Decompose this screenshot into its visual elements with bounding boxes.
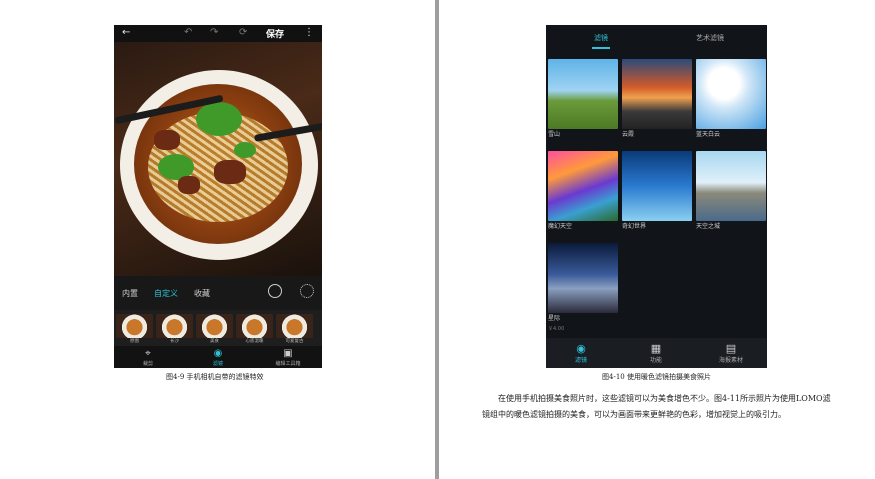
filter-label: 云霞 bbox=[622, 131, 635, 138]
filter-thumbnail[interactable]: 美食 bbox=[196, 314, 233, 346]
nav-label: 编辑工具箱 bbox=[275, 361, 301, 367]
herbs bbox=[234, 142, 256, 158]
nav-label: 滤镜 bbox=[212, 361, 223, 367]
nav-label: 裁剪 bbox=[142, 361, 153, 367]
undo-icon[interactable]: ↶ bbox=[184, 27, 192, 39]
rotate-icon[interactable]: ⟳ bbox=[239, 27, 247, 39]
right-caption: 图4-10 使用暖色滤镜拍摄美食照片 bbox=[602, 373, 711, 381]
filter-preview bbox=[548, 243, 618, 313]
beef-slice bbox=[214, 160, 246, 184]
filter-preview bbox=[696, 59, 766, 129]
redo-icon[interactable]: ↷ bbox=[210, 27, 218, 39]
filter-price: ￥4.00 bbox=[548, 326, 565, 332]
filter-label: 美食 bbox=[210, 339, 219, 344]
left-phone-screenshot: ← ↶ ↷ ⟳ 保存 ⋮ 内置 自定义 收藏 原图 长沙 美食 心底温暖 可爱复… bbox=[114, 25, 322, 368]
nav-filters[interactable]: ◉ 滤镜 bbox=[546, 342, 616, 364]
filter-preview bbox=[622, 59, 692, 129]
app-bottom-nav: ◉ 滤镜 ▦ 功能 ▤ 海报素材 bbox=[546, 338, 767, 368]
gear-icon[interactable] bbox=[300, 284, 314, 298]
filter-preview bbox=[196, 314, 233, 338]
page-divider bbox=[435, 0, 439, 479]
nav-poster-materials[interactable]: ▤ 海报素材 bbox=[696, 342, 766, 364]
body-paragraph: 在使用手机拍摄美食照片时，这些滤镜可以为美食增色不少。图4-11所示照片为使用L… bbox=[482, 394, 831, 419]
filter-tile[interactable]: 星际 ￥4.00 bbox=[548, 243, 618, 334]
filter-thumbnail[interactable]: 可爱复古 bbox=[276, 314, 313, 346]
filter-thumbnail[interactable]: 长沙 bbox=[156, 314, 193, 346]
filter-tile[interactable]: 奇幻世界 bbox=[622, 151, 692, 233]
herbs bbox=[196, 102, 242, 136]
nav-filter[interactable]: ◉ 滤镜 bbox=[188, 348, 248, 367]
save-button[interactable]: 保存 bbox=[266, 27, 284, 40]
tab-filters[interactable]: 滤镜 bbox=[594, 33, 608, 43]
filter-thumbnail-strip: 原图 长沙 美食 心底温暖 可爱复古 bbox=[114, 310, 322, 346]
filter-label: 魔幻天空 bbox=[548, 223, 573, 230]
filter-preview bbox=[236, 314, 273, 338]
filter-preview bbox=[622, 151, 692, 221]
filter-label: 天空之城 bbox=[696, 223, 721, 230]
filter-label: 长沙 bbox=[170, 339, 179, 344]
active-tab-indicator bbox=[592, 47, 610, 49]
zoom-in-icon[interactable] bbox=[268, 284, 282, 298]
filter-tile[interactable]: 蓝天白云 bbox=[696, 59, 766, 141]
tab-favorites[interactable]: 收藏 bbox=[194, 288, 210, 299]
editor-topbar: ← ↶ ↷ ⟳ 保存 ⋮ bbox=[114, 25, 322, 42]
filter-category-tabs: 滤镜 艺术滤镜 bbox=[546, 25, 767, 55]
nav-label: 功能 bbox=[649, 357, 662, 364]
filter-thumbnail[interactable]: 原图 bbox=[116, 314, 153, 346]
filter-preview bbox=[548, 59, 618, 129]
filter-icon: ◉ bbox=[576, 342, 586, 355]
nav-functions[interactable]: ▦ 功能 bbox=[621, 342, 691, 364]
editor-bottom-nav: ⌖ 裁剪 ◉ 滤镜 ▣ 编辑工具箱 bbox=[114, 346, 322, 368]
right-phone-screenshot: 滤镜 艺术滤镜 雪山 云霞 蓝天白云 魔幻天空 奇幻世界 天空之城 星际 ￥4.… bbox=[546, 25, 767, 368]
image-icon: ▤ bbox=[725, 342, 737, 355]
filter-tile[interactable]: 魔幻天空 bbox=[548, 151, 618, 233]
nav-crop[interactable]: ⌖ 裁剪 bbox=[118, 348, 178, 367]
grid-icon: ▦ bbox=[650, 342, 662, 355]
filter-tile[interactable]: 雪山 bbox=[548, 59, 618, 141]
filter-preview bbox=[156, 314, 193, 338]
filter-icon: ◉ bbox=[213, 348, 223, 359]
nav-label: 海报素材 bbox=[718, 357, 743, 364]
filter-label: 奇幻世界 bbox=[622, 223, 647, 230]
tab-builtin[interactable]: 内置 bbox=[122, 288, 138, 299]
filter-preview bbox=[276, 314, 313, 338]
filter-label: 雪山 bbox=[548, 131, 561, 138]
filter-tile[interactable]: 天空之城 bbox=[696, 151, 766, 233]
filter-label: 星际 bbox=[548, 315, 561, 322]
arrow-left-icon[interactable]: ← bbox=[122, 27, 130, 39]
filter-label: 原图 bbox=[130, 339, 139, 344]
nav-toolbox[interactable]: ▣ 编辑工具箱 bbox=[258, 348, 318, 367]
beef-slice bbox=[178, 176, 200, 194]
nav-label: 滤镜 bbox=[574, 357, 587, 364]
filter-preview bbox=[696, 151, 766, 221]
filter-label: 心底温暖 bbox=[245, 339, 264, 344]
beef-slice bbox=[154, 130, 180, 150]
noodle-photo bbox=[114, 42, 322, 276]
left-caption: 图4-9 手机相机自带的滤镜特效 bbox=[166, 373, 264, 381]
crop-icon: ⌖ bbox=[145, 348, 151, 359]
filter-preview bbox=[548, 151, 618, 221]
filter-label: 蓝天白云 bbox=[696, 131, 721, 138]
filter-thumbnail[interactable]: 心底温暖 bbox=[236, 314, 273, 346]
tab-custom[interactable]: 自定义 bbox=[154, 288, 178, 299]
filter-preview bbox=[116, 314, 153, 338]
toolbox-icon: ▣ bbox=[283, 348, 293, 359]
tab-art-filters[interactable]: 艺术滤镜 bbox=[696, 33, 724, 43]
filter-label: 可爱复古 bbox=[285, 339, 304, 344]
filter-tabs: 内置 自定义 收藏 bbox=[114, 276, 322, 310]
more-vertical-icon[interactable]: ⋮ bbox=[304, 27, 314, 39]
filter-tile[interactable]: 云霞 bbox=[622, 59, 692, 141]
